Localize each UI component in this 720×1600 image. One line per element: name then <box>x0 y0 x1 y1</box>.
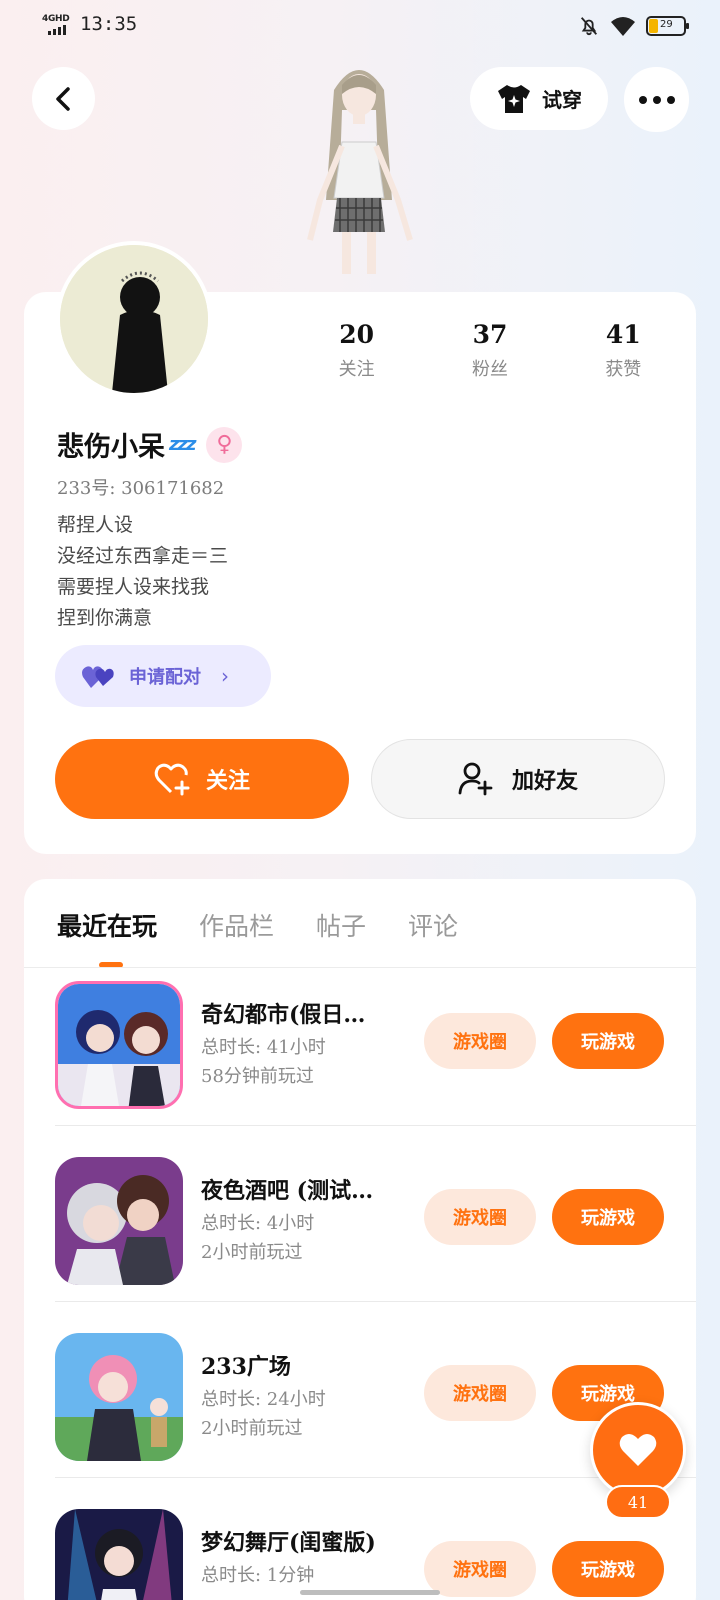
game-circle-button[interactable]: 游戏圈 <box>424 1541 536 1597</box>
game-total-time: 总时长: 1分钟 <box>201 1565 315 1586</box>
likes-label: 获赞 <box>605 359 642 380</box>
home-indicator[interactable] <box>300 1590 440 1595</box>
chevron-right-icon: › <box>221 664 229 688</box>
heart-plus-icon <box>154 763 190 796</box>
bio-line: 需要捏人设来找我 <box>57 576 210 598</box>
game-row[interactable]: 夜色酒吧 (测试… 总时长: 4小时 2小时前玩过 游戏圈 玩游戏 <box>55 1125 696 1301</box>
play-game-button[interactable]: 玩游戏 <box>552 1013 664 1069</box>
game-name: 奇幻都市(假日… <box>201 1002 366 1028</box>
mute-bell-icon <box>580 17 598 36</box>
tab-recently-played[interactable]: 最近在玩 <box>57 907 157 943</box>
avatar[interactable] <box>56 241 212 397</box>
status-time: 13:35 <box>80 13 138 35</box>
nickname: 悲伤小呆 <box>57 432 165 463</box>
play-game-button[interactable]: 玩游戏 <box>552 1541 664 1597</box>
like-profile-button[interactable] <box>590 1402 686 1498</box>
add-user-icon <box>458 762 493 796</box>
game-total-time: 总时长: 24小时 <box>201 1389 326 1410</box>
bio-line: 捏到你满意 <box>57 607 153 629</box>
following-label: 关注 <box>338 359 375 380</box>
game-circle-button[interactable]: 游戏圈 <box>424 1365 536 1421</box>
like-count-badge: 41 <box>605 1485 671 1519</box>
stat-followers[interactable]: 37 粉丝 <box>423 320 556 381</box>
likes-count: 41 <box>605 320 641 349</box>
battery-icon: 29 <box>646 16 689 36</box>
followers-label: 粉丝 <box>471 359 508 380</box>
game-last-played: 2小时前玩过 <box>201 1418 303 1439</box>
game-last-played: 58分钟前玩过 <box>201 1066 314 1087</box>
double-heart-icon <box>82 666 114 688</box>
tshirt-icon <box>498 84 530 113</box>
game-total-time: 总时长: 41小时 <box>201 1037 326 1058</box>
row-divider <box>55 1301 696 1302</box>
try-on-button[interactable]: 试穿 <box>470 67 608 130</box>
heart-icon <box>619 1434 657 1466</box>
game-total-time: 总时长: 4小时 <box>201 1213 315 1234</box>
game-icon-fantasy-city[interactable] <box>55 981 183 1109</box>
following-count: 20 <box>339 320 375 349</box>
cellular-signal-icon: 4GHD <box>42 14 74 38</box>
profile-tabs: 最近在玩 作品栏 帖子 评论 <box>57 907 458 943</box>
network-type: 4GHD <box>42 14 70 24</box>
row-divider <box>55 1125 696 1126</box>
game-name: 233广场 <box>201 1354 291 1380</box>
more-dots-icon <box>638 95 675 104</box>
game-last-played: 2小时前玩过 <box>201 1242 303 1263</box>
try-on-label: 试穿 <box>542 88 582 112</box>
nickname-row: 悲伤小呆 zzz ♀ <box>57 425 243 464</box>
game-icon-233-plaza[interactable] <box>55 1333 183 1461</box>
bio-line: 帮捏人设 <box>57 514 134 536</box>
wifi-icon <box>611 17 635 36</box>
more-options-button[interactable] <box>624 67 689 132</box>
chevron-left-icon <box>55 86 70 111</box>
bio: 帮捏人设 没经过东西拿走＝三 需要捏人设来找我 捏到你满意 <box>57 510 228 634</box>
game-circle-button[interactable]: 游戏圈 <box>424 1013 536 1069</box>
battery-level: 29 <box>660 19 673 30</box>
tab-works[interactable]: 作品栏 <box>199 907 274 943</box>
back-button[interactable] <box>32 67 95 130</box>
avatar-3d-figure <box>307 70 413 274</box>
follow-button[interactable]: 关注 <box>55 739 349 819</box>
female-gender-icon: ♀ <box>206 426 243 463</box>
game-name: 夜色酒吧 (测试… <box>201 1178 374 1204</box>
user-id: 233号: 306171682 <box>57 478 225 499</box>
follow-label: 关注 <box>205 769 250 794</box>
game-icon-dream-dance-hall[interactable] <box>55 1509 183 1600</box>
bio-line: 没经过东西拿走＝三 <box>57 545 229 567</box>
profile-stats: 20 关注 37 粉丝 41 获赞 <box>290 320 690 381</box>
sleep-zzz-icon: zzz <box>169 434 196 455</box>
game-icon-night-bar[interactable] <box>55 1157 183 1285</box>
status-bar: 4GHD 13:35 29 <box>0 0 720 50</box>
request-pair-label: 申请配对 <box>129 667 201 688</box>
avatar-silhouette-image <box>60 245 208 393</box>
tab-posts[interactable]: 帖子 <box>316 907 366 943</box>
play-game-button[interactable]: 玩游戏 <box>552 1189 664 1245</box>
followers-count: 37 <box>472 320 508 349</box>
add-friend-label: 加好友 <box>511 769 578 794</box>
request-pair-button[interactable]: 申请配对 › <box>55 645 271 707</box>
tab-comments[interactable]: 评论 <box>408 907 458 943</box>
game-row[interactable]: 梦幻舞厅(闺蜜版) 总时长: 1分钟 游戏圈 玩游戏 <box>55 1477 696 1600</box>
recent-games-card: 最近在玩 作品栏 帖子 评论 奇幻都市(假日… 总时长: 41小时 58分钟前玩… <box>24 879 696 1600</box>
game-row[interactable]: 奇幻都市(假日… 总时长: 41小时 58分钟前玩过 游戏圈 玩游戏 <box>55 949 696 1125</box>
add-friend-button[interactable]: 加好友 <box>371 739 665 819</box>
stat-likes[interactable]: 41 获赞 <box>557 320 690 381</box>
game-circle-button[interactable]: 游戏圈 <box>424 1189 536 1245</box>
game-name: 梦幻舞厅(闺蜜版) <box>201 1530 376 1556</box>
stat-following[interactable]: 20 关注 <box>290 320 423 381</box>
